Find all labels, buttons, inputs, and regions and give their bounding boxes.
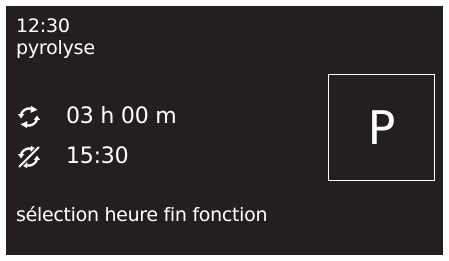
mode-letter: P bbox=[367, 100, 396, 155]
end-time-row[interactable]: 15:30 bbox=[16, 143, 129, 171]
footer-instruction: sélection heure fin fonction bbox=[16, 204, 268, 226]
duration-row[interactable]: 03 h 00 m bbox=[16, 103, 177, 131]
oven-display-screen: 12:30 pyrolyse 03 h 00 m 15:30 P sélecti… bbox=[6, 6, 443, 255]
mode-indicator-box[interactable]: P bbox=[328, 74, 435, 181]
cycle-arrows-icon bbox=[17, 105, 41, 129]
clock-time: 12:30 bbox=[16, 15, 70, 37]
end-time-value: 15:30 bbox=[66, 144, 129, 169]
duration-value: 03 h 00 m bbox=[66, 104, 177, 129]
program-name: pyrolyse bbox=[16, 37, 95, 59]
cycle-arrows-crossed-icon bbox=[17, 145, 41, 169]
